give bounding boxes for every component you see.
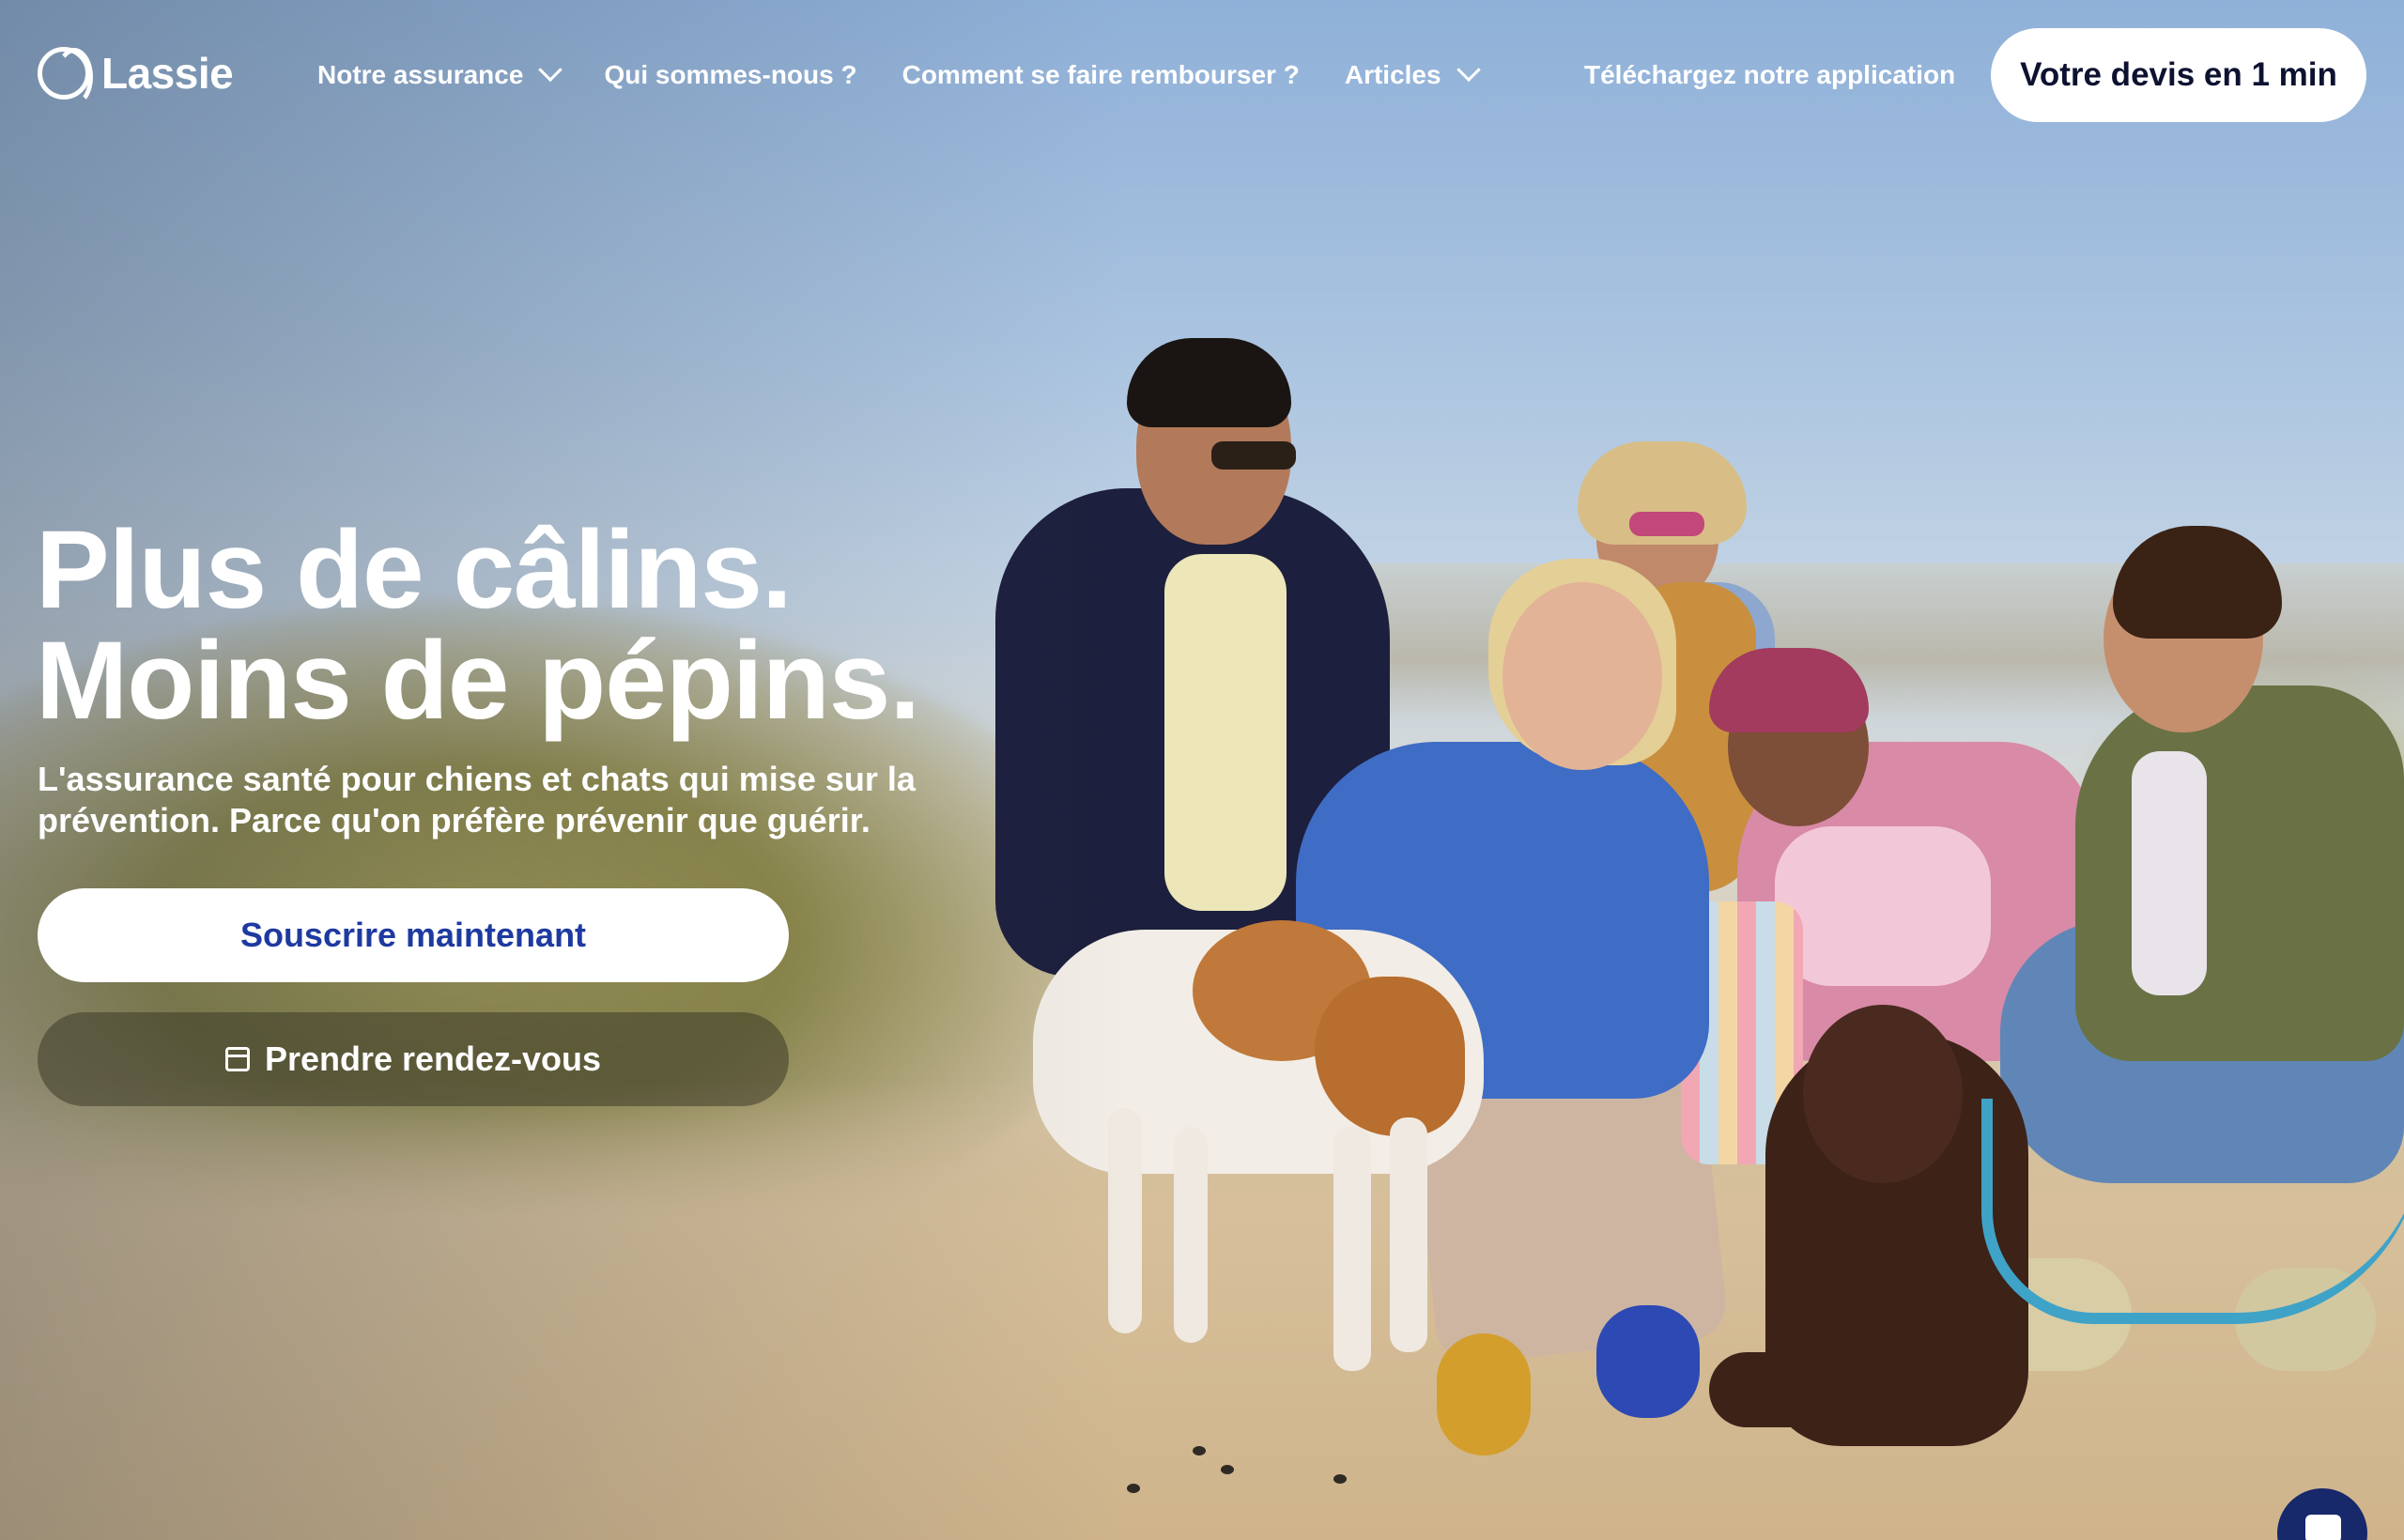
quote-button[interactable]: Votre devis en 1 min — [1991, 28, 2366, 122]
sunglasses — [1211, 441, 1296, 470]
brown-dog-paw — [1709, 1352, 1841, 1427]
sneaker — [1437, 1333, 1531, 1455]
dog-leg — [1390, 1117, 1427, 1352]
book-appointment-label: Prendre rendez-vous — [264, 1040, 602, 1078]
headline-line-1: Plus de câlins. — [36, 508, 793, 632]
person-shirt — [1164, 554, 1287, 911]
nav-item-label: Comment se faire rembourser ? — [902, 60, 1300, 89]
nav-item-label: Articles — [1344, 60, 1441, 89]
lassie-logo-icon — [38, 47, 93, 106]
chevron-down-icon — [538, 57, 563, 83]
person-shirt — [1775, 826, 1991, 986]
hero-headline: Plus de câlins. Moins de pépins. — [36, 515, 920, 736]
person-shirt — [2132, 751, 2207, 995]
nav-item-comment-se-faire-rembourser[interactable]: Comment se faire rembourser ? — [902, 60, 1300, 90]
dog-leg — [1174, 1127, 1208, 1343]
person-jacket — [2075, 685, 2404, 1061]
hero-subline: L'assurance santé pour chiens et chats q… — [38, 759, 939, 841]
dog-leg — [1333, 1127, 1371, 1371]
sunglasses — [1629, 512, 1704, 536]
brand-name: Lassie — [101, 49, 234, 98]
headline-line-2: Moins de pépins. — [36, 619, 920, 743]
brown-dog-head — [1803, 1005, 1963, 1183]
chevron-down-icon — [1456, 57, 1481, 83]
subscribe-button[interactable]: Souscrire maintenant — [38, 888, 789, 982]
person-hair — [1127, 338, 1291, 427]
person-head — [1502, 582, 1662, 770]
nav-item-qui-sommes-nous[interactable]: Qui sommes-nous ? — [604, 60, 856, 90]
book-appointment-button[interactable]: Prendre rendez-vous — [38, 1012, 789, 1106]
cap — [1709, 648, 1869, 732]
subline-line-1: L'assurance santé pour chiens et chats q… — [38, 760, 916, 798]
pebble — [1127, 1484, 1140, 1493]
nav-item-label: Qui sommes-nous ? — [604, 60, 857, 89]
brand-logo[interactable]: Lassie — [38, 47, 234, 106]
main-nav: Notre assurance Qui sommes-nous ? Commen… — [317, 57, 1522, 90]
person-hair — [2113, 526, 2282, 639]
nav-item-notre-assurance[interactable]: Notre assurance — [317, 57, 563, 90]
pebble — [1193, 1446, 1206, 1455]
leash — [1981, 1099, 2404, 1324]
site-header: Lassie Notre assurance Qui sommes-nous ?… — [0, 0, 2404, 150]
sneaker — [1596, 1305, 1700, 1418]
subline-line-2: prévention. Parce qu'on préfère prévenir… — [38, 801, 871, 839]
calendar-icon — [224, 1047, 250, 1071]
download-app-link[interactable]: Téléchargez notre application — [1584, 60, 1955, 90]
nav-item-articles[interactable]: Articles — [1344, 57, 1481, 90]
pebble — [1221, 1465, 1234, 1474]
nav-item-label: Notre assurance — [317, 60, 524, 89]
pebble — [1333, 1474, 1347, 1484]
